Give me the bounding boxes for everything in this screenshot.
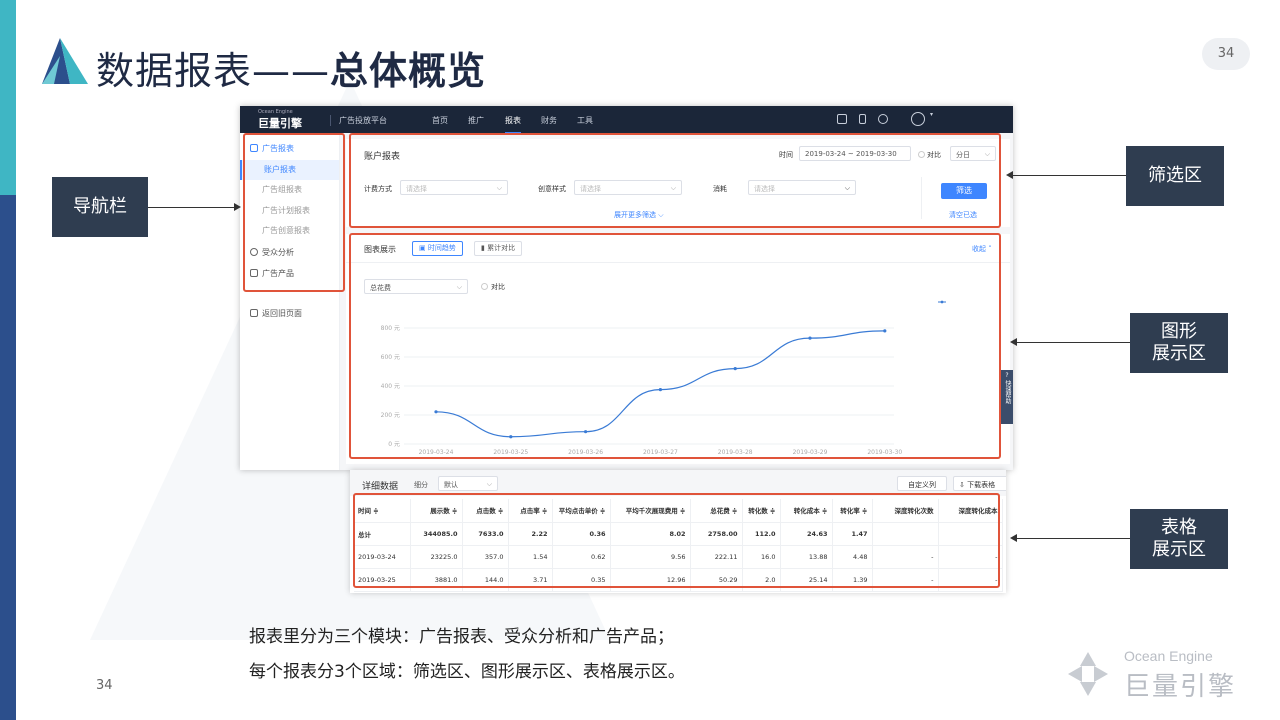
callout-chart: 图形 展示区: [1130, 313, 1228, 373]
table-title: 详细数据: [362, 482, 399, 492]
mail-icon[interactable]: [837, 114, 847, 124]
download-table-button[interactable]: ⇩ 下载表格: [953, 476, 1006, 491]
quick-help-tab[interactable]: ? 快速帮助: [1001, 370, 1013, 424]
nav-promote[interactable]: 推广: [468, 115, 484, 126]
help-icon[interactable]: [878, 114, 888, 124]
ocean-engine-logo-icon: [1068, 652, 1108, 696]
arrow-head: [1010, 534, 1017, 542]
slide-accent-bar-blue: [0, 195, 16, 720]
nav-report[interactable]: 报表: [505, 115, 521, 134]
download-icon: ⇩: [959, 481, 968, 489]
user-avatar[interactable]: [911, 112, 925, 126]
footer-logo-cn: 巨量引擎: [1124, 672, 1237, 702]
arrow-chart: [1016, 342, 1130, 343]
arrow-filter: [1012, 175, 1126, 176]
highlight-table: [353, 493, 1000, 588]
nav-home[interactable]: 首页: [432, 115, 448, 126]
user-menu-chevron-icon[interactable]: ▾: [930, 111, 933, 118]
slide-accent-bar-teal: [0, 0, 16, 195]
table-granularity-select[interactable]: 默认 ⌵: [438, 476, 498, 491]
back-icon: [250, 309, 258, 317]
app-brand[interactable]: Ocean Engine 巨量引擎: [258, 109, 302, 131]
nav-finance[interactable]: 财务: [541, 115, 557, 126]
footer-logo-en: Ocean Engine: [1124, 648, 1213, 664]
highlight-chart: [349, 233, 1001, 459]
description-line-2: 每个报表分3个区域：筛选区、图形展示区、表格展示区。: [249, 662, 685, 682]
arrow-head: [234, 203, 241, 211]
sidebar-back-old[interactable]: 返回旧页面: [250, 308, 302, 319]
callout-nav: 导航栏: [52, 177, 148, 237]
chevron-down-icon: ⌵: [486, 480, 492, 488]
granularity-label: 细分: [414, 481, 428, 489]
arrow-table: [1016, 538, 1130, 539]
arrow-head: [1006, 171, 1013, 179]
callout-filter: 筛选区: [1126, 146, 1224, 206]
highlight-nav: [243, 133, 345, 292]
arrow-head: [1010, 338, 1017, 346]
callout-table: 表格 展示区: [1130, 509, 1228, 569]
help-icon: ?: [1005, 372, 1009, 379]
description-line-1: 报表里分为三个模块：广告报表、受众分析和广告产品；: [249, 627, 674, 647]
customize-columns-button[interactable]: 自定义列: [897, 476, 947, 491]
nav-tools[interactable]: 工具: [577, 115, 593, 126]
app-topbar: Ocean Engine 巨量引擎 广告投放平台 首页 推广 报表 财务 工具 ▾: [240, 106, 1013, 134]
slide-title: 数据报表——总体概览: [96, 49, 487, 93]
arrow-nav: [148, 207, 236, 208]
phone-icon[interactable]: [859, 114, 866, 124]
brand-mark-icon: [42, 38, 88, 84]
page-badge: 34: [1202, 38, 1250, 70]
page-number: 34: [96, 678, 113, 693]
highlight-filter: [349, 133, 1001, 228]
platform-name: 广告投放平台: [330, 115, 387, 126]
